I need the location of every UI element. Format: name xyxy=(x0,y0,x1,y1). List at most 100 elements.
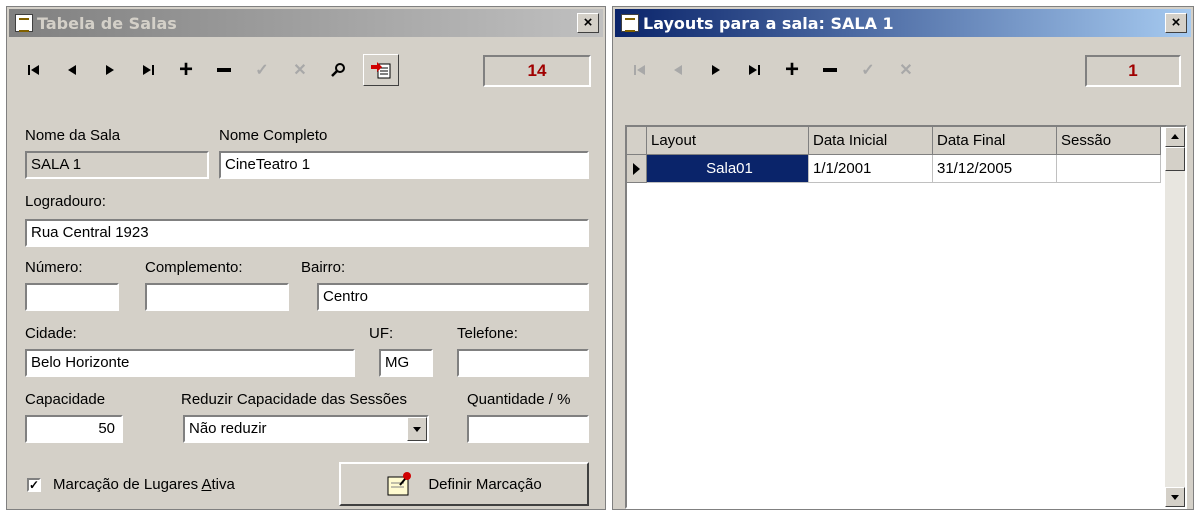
check-icon: ✓ xyxy=(861,62,875,79)
logradouro-label: Logradouro: xyxy=(25,193,106,210)
marcacao-label: Marcação de Lugares Ativa xyxy=(53,476,235,493)
next-record-button[interactable] xyxy=(91,56,129,84)
cancel-icon: ✕ xyxy=(293,62,307,79)
minus-icon xyxy=(217,68,231,72)
last-icon xyxy=(143,65,154,75)
marcacao-label-part1: Marcação de Lugares xyxy=(53,476,202,493)
cell-sessao[interactable] xyxy=(1057,155,1161,183)
quantidade-field[interactable] xyxy=(467,415,589,443)
rooms-navigator: + ✓ ✕ xyxy=(15,54,399,86)
check-icon: ✓ xyxy=(255,62,269,79)
scroll-thumb[interactable] xyxy=(1165,147,1185,171)
scroll-up-icon[interactable] xyxy=(1165,127,1185,147)
import-button[interactable] xyxy=(363,54,399,86)
last-record-button[interactable] xyxy=(735,56,773,84)
nome-sala-field[interactable]: SALA 1 xyxy=(25,151,209,179)
plus-icon: + xyxy=(784,56,799,83)
telefone-field[interactable] xyxy=(457,349,589,377)
marcacao-checkbox[interactable]: ✓ xyxy=(27,478,41,492)
cancel-record-button[interactable]: ✕ xyxy=(887,56,925,84)
import-document-icon xyxy=(371,62,391,79)
col-header-data-inicial[interactable]: Data Inicial xyxy=(809,127,933,155)
col-header-layout[interactable]: Layout xyxy=(647,127,809,155)
insert-record-button[interactable]: + xyxy=(773,56,811,84)
table-icon xyxy=(621,14,639,32)
cidade-label: Cidade: xyxy=(25,325,77,342)
cidade-field[interactable]: Belo Horizonte xyxy=(25,349,355,377)
first-record-button[interactable] xyxy=(15,56,53,84)
uf-label: UF: xyxy=(369,325,394,342)
rooms-titlebar[interactable]: Tabela de Salas × xyxy=(9,9,603,37)
cell-data-inicial[interactable]: 1/1/2001 xyxy=(809,155,933,183)
table-row[interactable]: Sala01 1/1/2001 31/12/2005 xyxy=(627,155,1161,183)
prior-icon xyxy=(674,65,682,75)
col-header-data-final[interactable]: Data Final xyxy=(933,127,1057,155)
reduzir-select[interactable]: Não reduzir xyxy=(183,415,429,443)
bairro-field[interactable]: Centro xyxy=(317,283,589,311)
rooms-table-window: Tabela de Salas × + ✓ ✕ 14 Nome da Sala … xyxy=(6,6,606,510)
post-record-button[interactable]: ✓ xyxy=(849,56,887,84)
next-icon xyxy=(712,65,720,75)
layouts-grid[interactable]: Layout Data Inicial Data Final Sessão Sa… xyxy=(625,125,1187,509)
vertical-scrollbar[interactable] xyxy=(1165,127,1185,507)
cell-data-final[interactable]: 31/12/2005 xyxy=(933,155,1057,183)
next-icon xyxy=(106,65,114,75)
last-icon xyxy=(749,65,760,75)
quantidade-label: Quantidade / % xyxy=(467,391,571,408)
nome-completo-label: Nome Completo xyxy=(219,127,328,144)
reduzir-value: Não reduzir xyxy=(189,420,267,437)
definir-marcacao-button[interactable]: Definir Marcação xyxy=(339,462,589,506)
rooms-record-count: 14 xyxy=(483,55,591,87)
grid-corner xyxy=(627,127,647,155)
prior-record-button[interactable] xyxy=(53,56,91,84)
rooms-close-button[interactable]: × xyxy=(577,13,599,33)
plus-icon: + xyxy=(178,56,193,83)
marcacao-label-accel: A xyxy=(201,476,212,493)
capacidade-label: Capacidade xyxy=(25,391,106,408)
layouts-navigator: + ✓ ✕ xyxy=(621,55,925,85)
first-icon xyxy=(634,65,645,75)
capacidade-field[interactable]: 50 xyxy=(25,415,123,443)
scroll-down-icon[interactable] xyxy=(1165,487,1185,507)
table-icon xyxy=(15,14,33,32)
insert-record-button[interactable]: + xyxy=(167,56,205,84)
telefone-label: Telefone: xyxy=(457,325,518,342)
prior-record-button[interactable] xyxy=(659,56,697,84)
layouts-close-button[interactable]: × xyxy=(1165,13,1187,33)
first-icon xyxy=(28,65,39,75)
post-record-button[interactable]: ✓ xyxy=(243,56,281,84)
delete-record-button[interactable] xyxy=(205,56,243,84)
bairro-label: Bairro: xyxy=(301,259,346,276)
complemento-label: Complemento: xyxy=(145,259,243,276)
layouts-titlebar[interactable]: Layouts para a sala: SALA 1 × xyxy=(615,9,1191,37)
next-record-button[interactable] xyxy=(697,56,735,84)
search-icon xyxy=(331,63,345,77)
nome-completo-field[interactable]: CineTeatro 1 xyxy=(219,151,589,179)
rooms-window-title: Tabela de Salas xyxy=(37,13,177,33)
logradouro-field[interactable]: Rua Central 1923 xyxy=(25,219,589,247)
delete-record-button[interactable] xyxy=(811,56,849,84)
grid-header: Layout Data Inicial Data Final Sessão xyxy=(627,127,1161,155)
uf-field[interactable]: MG xyxy=(379,349,433,377)
marcacao-label-part2: tiva xyxy=(211,476,235,493)
complemento-field[interactable] xyxy=(145,283,289,311)
first-record-button[interactable] xyxy=(621,56,659,84)
search-button[interactable] xyxy=(319,56,357,84)
layouts-window: Layouts para a sala: SALA 1 × + ✓ ✕ 1 La… xyxy=(612,6,1194,510)
col-header-sessao[interactable]: Sessão xyxy=(1057,127,1161,155)
minus-icon xyxy=(823,68,837,72)
layouts-window-title: Layouts para a sala: SALA 1 xyxy=(643,13,894,33)
chevron-down-icon[interactable] xyxy=(407,417,427,441)
cell-layout[interactable]: Sala01 xyxy=(647,155,809,183)
last-record-button[interactable] xyxy=(129,56,167,84)
note-pin-icon xyxy=(387,472,412,496)
definir-marcacao-label: Definir Marcação xyxy=(428,475,542,493)
reduzir-label: Reduzir Capacidade das Sessões xyxy=(181,391,407,408)
row-indicator-icon xyxy=(627,155,647,183)
numero-field[interactable] xyxy=(25,283,119,311)
nome-sala-label: Nome da Sala xyxy=(25,127,121,144)
prior-icon xyxy=(68,65,76,75)
layouts-record-count: 1 xyxy=(1085,55,1181,87)
cancel-icon: ✕ xyxy=(899,62,913,79)
cancel-record-button[interactable]: ✕ xyxy=(281,56,319,84)
